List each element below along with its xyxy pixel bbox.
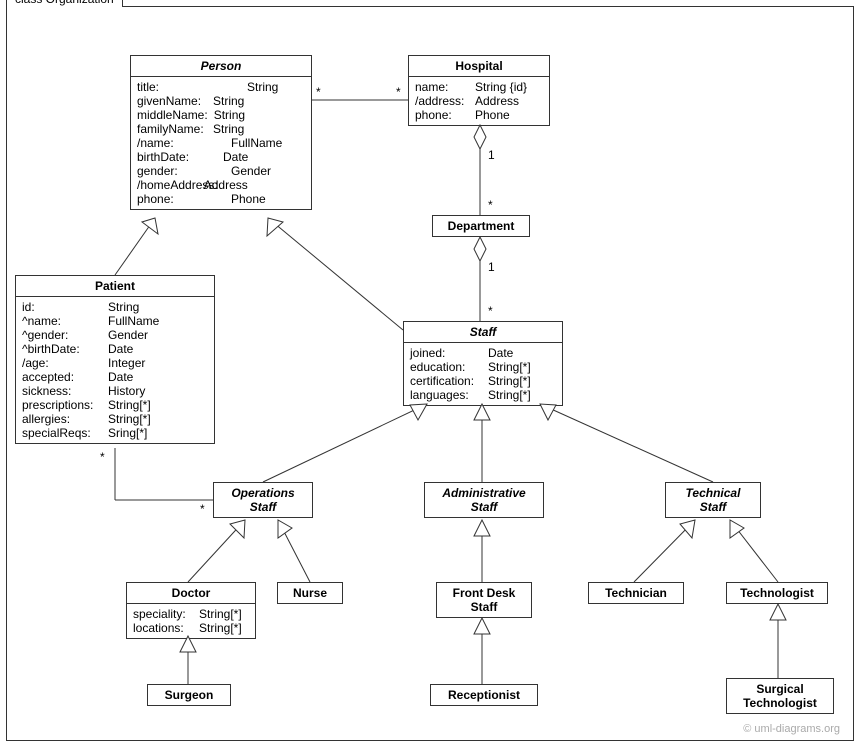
mult-dept-staff-bot: * [488,304,493,318]
class-title-tech-staff: Technical Staff [666,483,760,517]
class-hospital: Hospital name:String {id} /address:Addre… [408,55,550,126]
mult-patient-ops-l: * [100,450,105,464]
class-patient: Patient id:String ^name:FullName ^gender… [15,275,215,444]
class-title-department: Department [433,216,529,236]
class-admin-staff: Administrative Staff [424,482,544,518]
class-title-ops-staff: Operations Staff [214,483,312,517]
class-department: Department [432,215,530,237]
mult-person-hospital-r: * [396,85,401,99]
class-receptionist: Receptionist [430,684,538,706]
class-title-staff: Staff [404,322,562,343]
class-ops-staff: Operations Staff [213,482,313,518]
class-title-doctor: Doctor [127,583,255,604]
class-title-hospital: Hospital [409,56,549,77]
class-attrs-staff: joined:Date education:String[*] certific… [404,343,562,405]
class-title-surgeon: Surgeon [148,685,230,705]
class-tech-staff: Technical Staff [665,482,761,518]
class-person: Person title:String givenName:String mid… [130,55,312,210]
class-title-patient: Patient [16,276,214,297]
class-attrs-hospital: name:String {id} /address:Address phone:… [409,77,549,125]
class-attrs-doctor: speciality:String[*] locations:String[*] [127,604,255,638]
class-surgtech: Surgical Technologist [726,678,834,714]
mult-hosp-dept-bot: * [488,198,493,212]
class-title-surgtech: Surgical Technologist [727,679,833,713]
package-tab: class Organization [6,0,123,7]
class-title-nurse: Nurse [278,583,342,603]
class-doctor: Doctor speciality:String[*] locations:St… [126,582,256,639]
class-technician: Technician [588,582,684,604]
class-title-technician: Technician [589,583,683,603]
class-title-technologist: Technologist [727,583,827,603]
class-title-receptionist: Receptionist [431,685,537,705]
class-frontdesk: Front Desk Staff [436,582,532,618]
watermark: © uml-diagrams.org [743,723,840,735]
class-title-frontdesk: Front Desk Staff [437,583,531,617]
class-title-person: Person [131,56,311,77]
mult-hosp-dept-top: 1 [488,148,495,162]
uml-diagram-canvas: class Organization Person title:String g… [0,0,860,747]
class-staff: Staff joined:Date education:String[*] ce… [403,321,563,406]
mult-patient-ops-r: * [200,502,205,516]
mult-person-hospital-l: * [316,85,321,99]
class-nurse: Nurse [277,582,343,604]
class-attrs-person: title:String givenName:String middleName… [131,77,311,209]
class-technologist: Technologist [726,582,828,604]
mult-dept-staff-top: 1 [488,260,495,274]
class-surgeon: Surgeon [147,684,231,706]
class-attrs-patient: id:String ^name:FullName ^gender:Gender … [16,297,214,443]
class-title-admin-staff: Administrative Staff [425,483,543,517]
